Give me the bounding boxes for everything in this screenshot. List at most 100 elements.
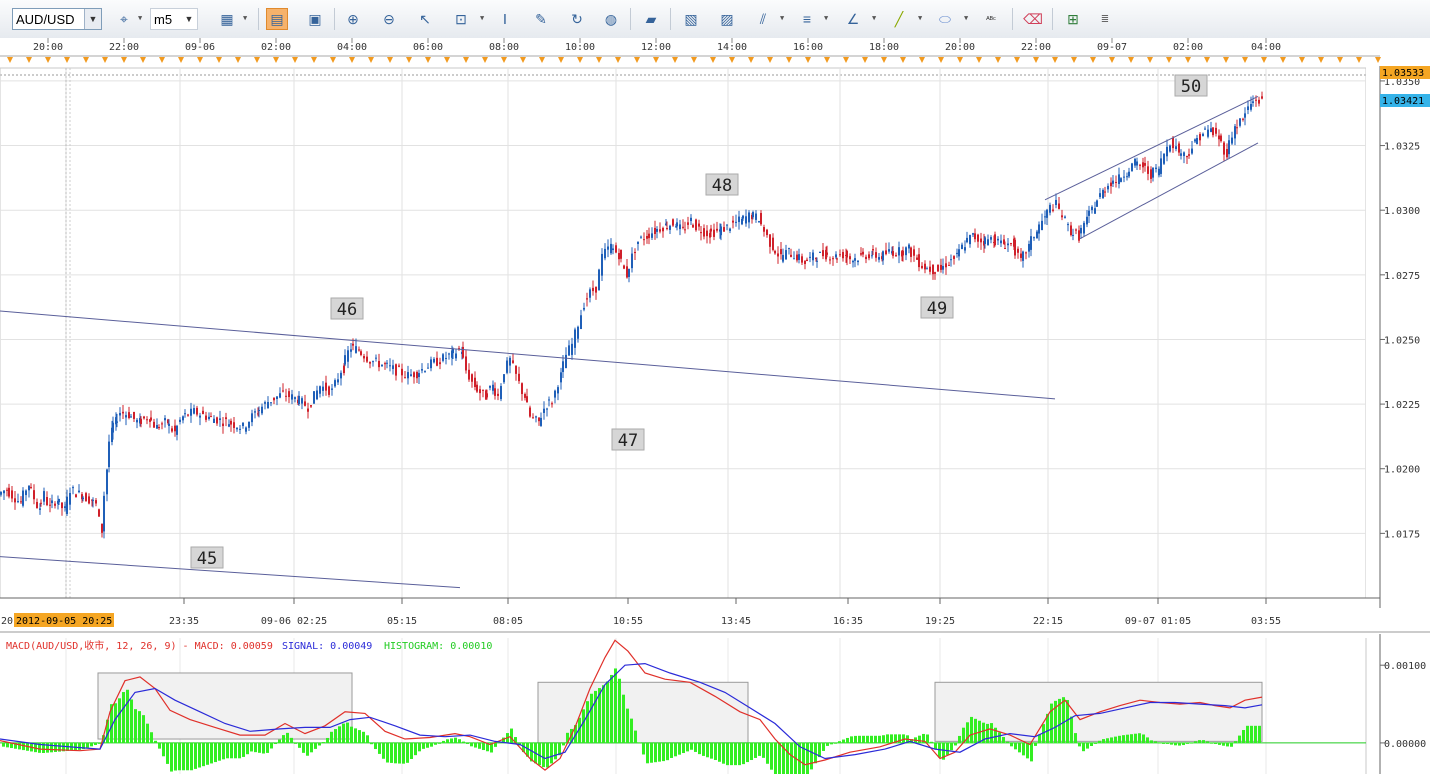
histogram-bar — [682, 742, 685, 754]
histogram-bar — [634, 730, 637, 743]
chevron-down-icon[interactable]: ▼ — [181, 9, 197, 29]
chevron-down-icon[interactable]: ▼ — [872, 14, 876, 22]
histogram-bar — [930, 741, 933, 743]
chevron-down-icon[interactable]: ▼ — [964, 14, 968, 22]
zoom-in-icon[interactable]: ⊕ — [342, 8, 364, 30]
chevron-down-icon[interactable]: ▼ — [84, 9, 101, 29]
globe-icon[interactable]: ◍ — [600, 8, 622, 30]
price-chart[interactable]: 20:00 22:00 09-06 02:00 04:00 06:00 08:00 10:00… — [0, 38, 1430, 774]
histogram-bar — [198, 742, 201, 768]
chevron-down-icon[interactable]: ▼ — [918, 14, 922, 22]
histogram-bar — [118, 698, 121, 743]
candle-body — [583, 307, 585, 310]
histogram-bar — [50, 742, 53, 753]
histogram-bar — [1082, 742, 1085, 752]
zoom-area-icon[interactable]: ⊡ — [450, 8, 472, 30]
zoom-out-icon[interactable]: ⊖ — [378, 8, 400, 30]
top-time-label: 04:00 — [337, 42, 367, 53]
fibonacci-icon[interactable]: ⫽ — [752, 8, 774, 30]
candle-body — [11, 490, 13, 499]
histogram-bar — [1198, 740, 1201, 743]
candle-body — [1223, 142, 1225, 155]
symbol-select[interactable]: AUD/USD ▼ — [12, 8, 102, 30]
chevron-down-icon[interactable]: ▼ — [480, 14, 484, 22]
hierarchy-icon[interactable]: ⊞ — [1062, 8, 1084, 30]
histogram-bar — [758, 742, 761, 756]
histogram-bar — [238, 742, 241, 759]
candle-body — [291, 394, 293, 400]
cursor-icon[interactable]: ↖ — [414, 8, 436, 30]
image-icon[interactable]: ▧ — [680, 8, 702, 30]
horizontal-line-icon[interactable]: ≡ — [796, 8, 818, 30]
histogram-bar — [218, 742, 221, 761]
refresh-icon[interactable]: ↻ — [566, 8, 588, 30]
candle-body — [156, 425, 158, 429]
candle-body — [1204, 128, 1206, 130]
bottom-time-label: 16:35 — [833, 616, 863, 627]
candle-body — [225, 417, 227, 420]
wave-label: 50 — [1181, 77, 1201, 97]
candle-body — [942, 265, 944, 270]
candle-body — [692, 224, 694, 228]
pencil-icon[interactable]: ╱ — [888, 8, 910, 30]
chart-type-icon[interactable]: ▦ — [216, 8, 238, 30]
candle-body — [684, 229, 686, 231]
histogram-bar — [1122, 735, 1125, 743]
trend-line-icon[interactable]: ∠ — [842, 8, 864, 30]
ellipse-icon[interactable]: ⬭ — [934, 8, 956, 30]
ruler-icon[interactable]: ▰ — [640, 8, 662, 30]
candle-body — [184, 413, 186, 415]
timeframe-select[interactable]: m5 ▼ — [150, 8, 198, 30]
histogram-bar — [714, 742, 717, 761]
candle-body — [1080, 227, 1082, 234]
crosshair-icon[interactable]: ⌖ — [113, 8, 135, 30]
text-abc-icon[interactable]: ᴬᴮᶜ — [980, 8, 1002, 30]
candle-body — [648, 233, 650, 239]
histogram-bar — [338, 726, 341, 743]
histogram-bar — [126, 689, 129, 743]
candle-body — [634, 251, 636, 254]
histogram-bar — [314, 742, 317, 749]
candle-body — [486, 393, 488, 398]
histogram-bar — [1006, 741, 1009, 743]
candle-body — [1120, 178, 1122, 182]
candle-body — [304, 401, 306, 406]
histogram-bar — [426, 742, 429, 748]
chevron-down-icon[interactable]: ▼ — [243, 14, 247, 22]
candle-body — [892, 251, 894, 256]
candle-body — [577, 326, 579, 339]
chevron-down-icon[interactable]: ▼ — [780, 14, 784, 22]
candle-body — [43, 491, 45, 502]
candle-body — [1025, 252, 1027, 254]
histogram-bar — [294, 742, 297, 744]
bar-chart-icon[interactable]: ▤ — [266, 8, 288, 30]
histogram-bar — [1118, 735, 1121, 743]
candle-body — [1083, 222, 1085, 234]
bottom-time-label: 19:25 — [925, 616, 955, 627]
chevron-down-icon[interactable]: ▼ — [824, 14, 828, 22]
candle-body — [628, 268, 630, 277]
candle-body — [125, 415, 127, 418]
histogram-bar — [1070, 716, 1073, 743]
candle-chart-icon[interactable]: ▣ — [304, 8, 326, 30]
text-cursor-icon[interactable]: Ⅰ — [494, 8, 516, 30]
more-icon[interactable]: ≣ — [1094, 8, 1116, 30]
candle-body — [1202, 133, 1204, 137]
wave-label: 49 — [927, 299, 947, 319]
candle-body — [738, 216, 740, 223]
chevron-down-icon[interactable]: ▼ — [138, 14, 142, 22]
candle-body — [910, 247, 912, 257]
histogram-bar — [866, 735, 869, 743]
histogram-bar — [1026, 742, 1029, 759]
histogram-bar — [706, 742, 709, 758]
template-icon[interactable]: ▨ — [716, 8, 738, 30]
histogram-bar — [1086, 742, 1089, 749]
candle-body — [574, 329, 576, 348]
histogram-bar — [22, 742, 25, 751]
histogram-bar — [614, 668, 617, 743]
eraser-icon[interactable]: ⌫ — [1022, 8, 1044, 30]
histogram-bar — [826, 742, 829, 746]
properties-icon[interactable]: ✎ — [530, 8, 552, 30]
candle-body — [1169, 145, 1171, 152]
histogram-bar — [1010, 742, 1013, 747]
